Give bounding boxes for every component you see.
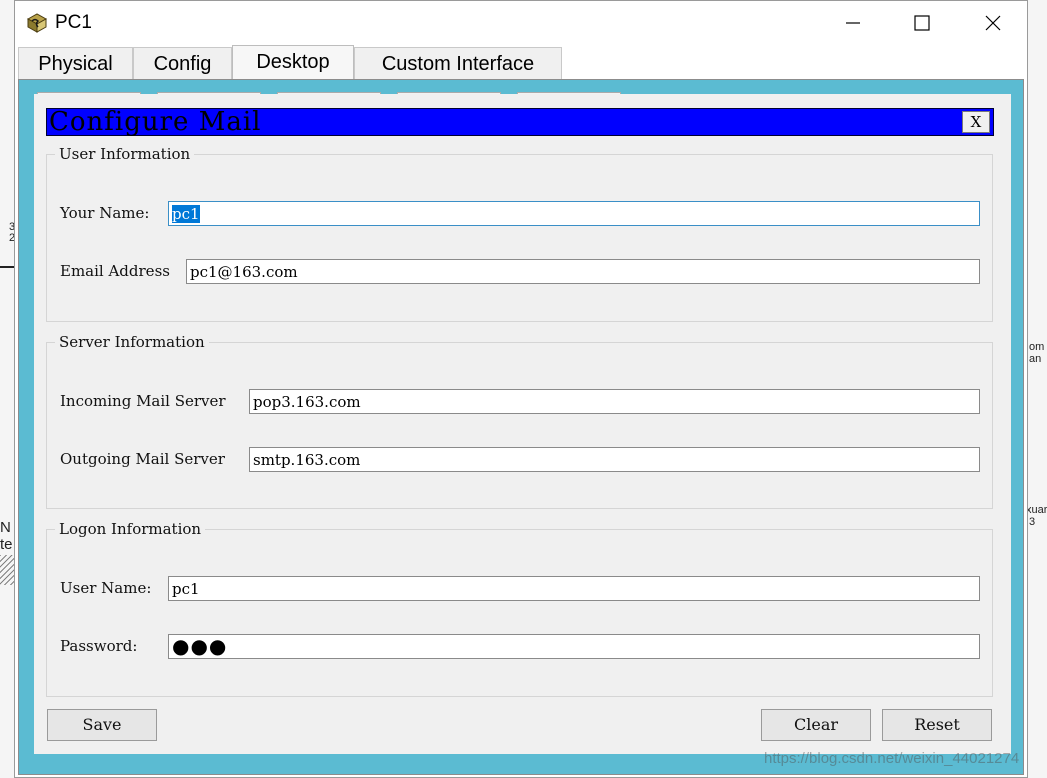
reset-button[interactable]: Reset [882,709,992,741]
save-button[interactable]: Save [47,709,157,741]
email-address-label: Email Address [60,262,170,280]
watermark-text: https://blog.csdn.net/weixin_44021274 [764,750,1020,767]
dialog-title: Configure Mail [49,107,262,137]
user-name-label: User Name: [60,579,152,597]
tab-physical[interactable]: Physical [18,47,133,79]
pc1-window: PC1 Physical Config Desktop Custom Inter… [14,0,1028,778]
incoming-mail-server-label: Incoming Mail Server [60,392,226,410]
packet-tracer-pc-icon [25,11,49,35]
configure-mail-dialog: Configure Mail X User Information Your N… [34,94,1011,754]
minimize-button[interactable] [830,7,876,39]
outgoing-mail-server-label: Outgoing Mail Server [60,450,225,468]
close-icon [985,15,1001,31]
window-title: PC1 [55,12,92,33]
minimize-icon [846,22,860,24]
user-information-group: User Information Your Name: pc1 Email Ad… [46,145,993,322]
server-information-group: Server Information Incoming Mail Server … [46,333,993,509]
background-text-fragment: om [1029,341,1045,353]
window-titlebar[interactable]: PC1 [15,1,1027,45]
password-label: Password: [60,637,138,655]
dialog-titlebar: Configure Mail X [46,107,994,137]
your-name-label: Your Name: [60,204,150,222]
user-name-input[interactable]: pc1 [168,576,980,601]
background-hatch [0,555,14,585]
group-legend: User Information [55,145,195,163]
close-window-button[interactable] [970,7,1016,39]
your-name-input[interactable]: pc1 [168,201,980,226]
tab-custom-interface[interactable]: Custom Interface [354,47,562,79]
password-input[interactable]: ●●● [168,634,980,659]
group-legend: Server Information [55,333,209,351]
background-text-fragment: N [0,519,11,536]
tab-desktop[interactable]: Desktop [232,45,354,80]
incoming-mail-server-input[interactable]: pop3.163.com [249,389,980,414]
desktop-panel: Configure Mail X User Information Your N… [18,79,1024,775]
logon-information-group: Logon Information User Name: pc1 Passwor… [46,520,993,697]
background-text-fragment: an [1029,353,1042,365]
tab-config[interactable]: Config [133,47,232,79]
maximize-icon [914,15,930,31]
maximize-button[interactable] [899,7,945,39]
background-text-fragment: xuar [1026,504,1047,516]
background-text-fragment: te [0,536,13,553]
dialog-close-button[interactable]: X [962,111,990,133]
background-text-fragment: 3 [1029,516,1036,528]
background-link-line [0,266,14,268]
clear-button[interactable]: Clear [761,709,871,741]
group-legend: Logon Information [55,520,206,538]
background-app-left [0,0,14,778]
outgoing-mail-server-input[interactable]: smtp.163.com [249,447,980,472]
background-app-right [1028,0,1047,778]
email-address-input[interactable]: pc1@163.com [186,259,980,284]
